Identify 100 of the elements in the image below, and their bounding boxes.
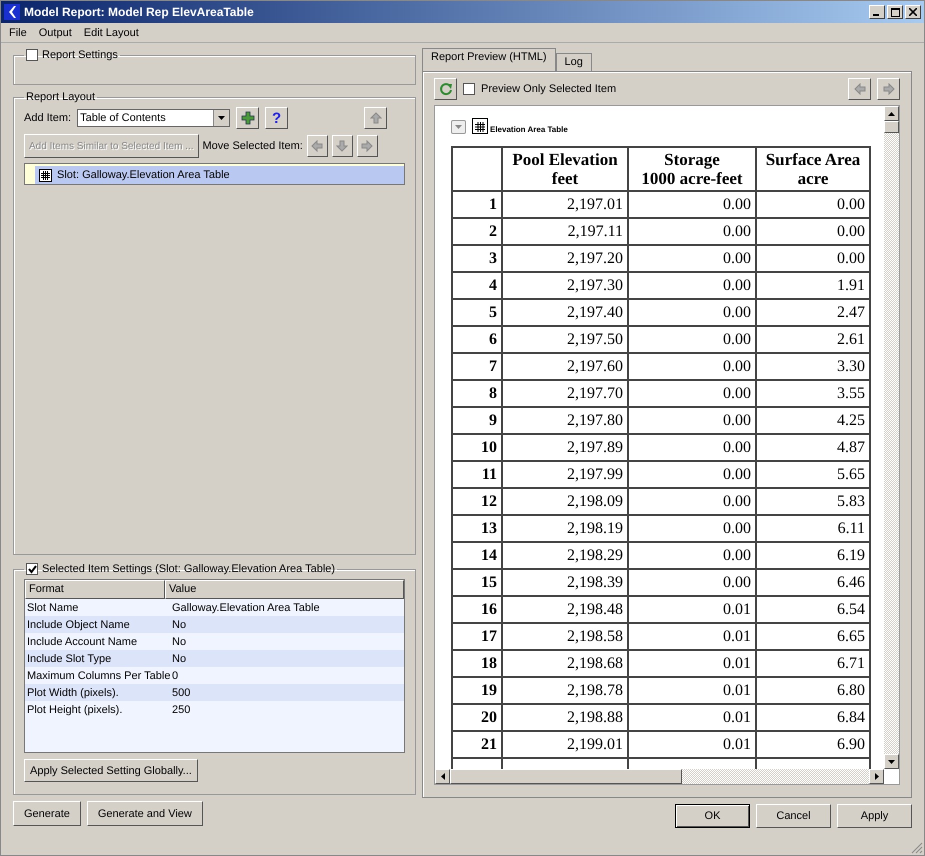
help-button[interactable]: ?: [265, 107, 288, 129]
add-item-dropdown[interactable]: Table of Contents: [77, 109, 230, 127]
table-cell: 2,198.39: [502, 569, 628, 596]
checkbox-label: Report Settings: [42, 49, 118, 61]
table-cell-text: 0: [171, 670, 180, 682]
move-left-button[interactable]: [306, 135, 328, 157]
menu-item[interactable]: File: [9, 26, 27, 38]
row-number: 4: [452, 272, 502, 299]
table-cell: 5.65: [756, 461, 870, 488]
table-cell: 1.91: [756, 272, 870, 299]
right-arrow-icon: [361, 140, 374, 152]
table-cell-text: No: [171, 636, 188, 648]
table-cell: 4.87: [756, 434, 870, 461]
dialog-button[interactable]: OK: [675, 804, 750, 828]
table-cell: 0.00: [756, 245, 870, 272]
row-number: 15: [452, 569, 502, 596]
table-cell: 0.00: [628, 272, 756, 299]
forward-button[interactable]: [877, 78, 900, 100]
move-up-button[interactable]: [364, 107, 387, 129]
table-cell: 0.00: [628, 461, 756, 488]
refresh-icon: [438, 82, 452, 96]
column-header[interactable]: Format: [25, 580, 165, 599]
table-cell-text: 500: [171, 686, 192, 698]
table-cell: 2,197.99: [502, 461, 628, 488]
table-cell: 2,197.60: [502, 353, 628, 380]
checkbox[interactable]: [463, 83, 475, 95]
tab[interactable]: Report Preview (HTML): [422, 48, 556, 71]
add-button[interactable]: [236, 107, 260, 129]
table-cell: 2,197.70: [502, 380, 628, 407]
column-header[interactable]: Value: [165, 580, 404, 599]
table-cell: 2,197.89: [502, 434, 628, 461]
vertical-scrollbar[interactable]: [884, 106, 899, 769]
table-cell: 2,198.29: [502, 542, 628, 569]
minimize-button[interactable]: [869, 5, 885, 19]
row-number: 8: [452, 380, 502, 407]
column-header: [452, 147, 502, 191]
table-caption: Elevation Area Table: [490, 125, 568, 134]
generate-button[interactable]: Generate: [13, 801, 81, 826]
move-down-button[interactable]: [332, 135, 353, 157]
table-cell: 0.01: [628, 704, 756, 731]
table-cell: 2,197.40: [502, 299, 628, 326]
left-arrow-icon: [311, 140, 324, 152]
table-cell: 0.01: [628, 650, 756, 677]
generate-button[interactable]: Generate and View: [86, 801, 203, 826]
table-cell: 2,198.68: [502, 650, 628, 677]
table-cell: 0.00: [628, 515, 756, 542]
close-button[interactable]: [905, 5, 921, 19]
horizontal-scrollbar[interactable]: [435, 769, 884, 784]
tab[interactable]: Log: [556, 53, 592, 71]
table-cell: 0.00: [628, 569, 756, 596]
row-number: 17: [452, 623, 502, 650]
table-cell-text: No: [171, 618, 188, 630]
table-cell: 6.46: [756, 569, 870, 596]
tree-item[interactable]: Slot: Galloway.Elevation Area Table: [35, 166, 404, 184]
menu-item[interactable]: Output: [38, 26, 72, 38]
table-cell: 2,198.19: [502, 515, 628, 542]
row-number: 9: [452, 407, 502, 434]
collapse-button[interactable]: [451, 120, 466, 134]
scroll-thumb[interactable]: [450, 769, 682, 784]
row-number: 14: [452, 542, 502, 569]
checkbox[interactable]: [26, 563, 38, 575]
table-cell: 6.19: [756, 542, 870, 569]
left-arrow-icon: [854, 83, 866, 95]
checkbox[interactable]: [26, 49, 38, 61]
dialog-button[interactable]: Apply: [837, 804, 912, 828]
table-cell-text: Slot Name: [26, 602, 80, 614]
row-number: 1: [452, 191, 502, 218]
scroll-thumb[interactable]: [884, 121, 899, 133]
table-cell: 6.11: [756, 515, 870, 542]
maximize-button[interactable]: [887, 5, 903, 19]
table-cell: 0.00: [628, 245, 756, 272]
table-cell-text: Include Account Name: [26, 636, 138, 648]
caret-icon: [455, 125, 462, 129]
dialog-button[interactable]: Cancel: [756, 804, 831, 828]
move-right-button[interactable]: [356, 135, 378, 157]
table-cell: 0.01: [628, 677, 756, 704]
table-cell: 2,198.48: [502, 596, 628, 623]
apply-globally-button[interactable]: Apply Selected Setting Globally...: [24, 759, 198, 782]
scroll-down-icon: [888, 760, 895, 764]
table-cell-text: No: [171, 652, 188, 664]
table-cell-text: 250: [171, 704, 192, 716]
row-number: 21: [452, 731, 502, 758]
row-number: 7: [452, 353, 502, 380]
table-cell: 0.00: [628, 218, 756, 245]
checkbox-label: Selected Item Settings (Slot: Galloway.Elevation Area Table): [42, 563, 336, 575]
back-button[interactable]: [848, 78, 871, 100]
scroll-up-icon: [888, 112, 895, 116]
column-header: Surface Area acre: [756, 147, 870, 191]
refresh-button[interactable]: [434, 78, 457, 100]
menu-item[interactable]: Edit Layout: [84, 26, 139, 38]
column-header: Pool Elevation feet: [502, 147, 628, 191]
table-cell: 0.00: [628, 380, 756, 407]
row-number: 19: [452, 677, 502, 704]
table-cell: 0.00: [628, 542, 756, 569]
table-cell-text: Include Slot Type: [26, 652, 112, 664]
column-header: Storage 1000 acre-feet: [628, 147, 756, 191]
table-cell: 2.47: [756, 299, 870, 326]
table-cell: 2,198.58: [502, 623, 628, 650]
row-number: 3: [452, 245, 502, 272]
row-number: 10: [452, 434, 502, 461]
